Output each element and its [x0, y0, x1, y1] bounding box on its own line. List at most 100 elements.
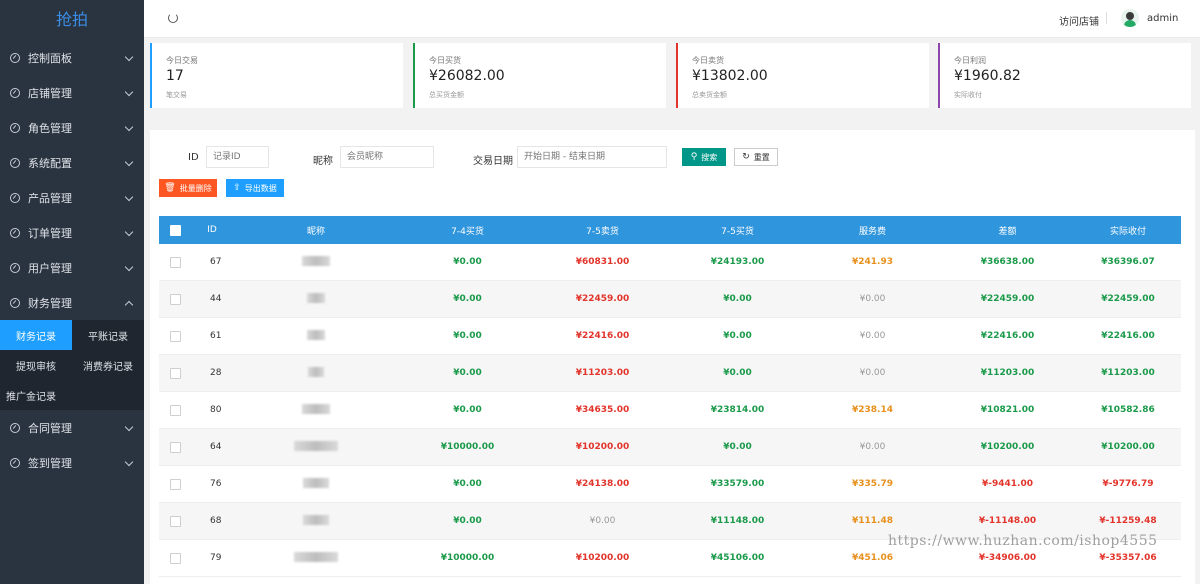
cell-buy-7-5: ¥45106.00: [710, 553, 765, 563]
row-checkbox[interactable]: [170, 441, 181, 453]
chevron-down-icon: [124, 422, 134, 432]
table-row[interactable]: 61 ¥0.00 ¥22416.00 ¥0.00 ¥0.00 ¥22416.00 ¥2241…: [159, 318, 1181, 355]
sidebar-item-label: 订单管理: [28, 226, 72, 240]
dashboard-icon: [10, 422, 20, 433]
cell-buy-7-4: ¥0.00: [453, 294, 482, 304]
cell-buy-7-4: ¥0.00: [453, 479, 482, 489]
refresh-icon[interactable]: [168, 13, 178, 23]
sidebar-item-users[interactable]: 用户管理: [0, 250, 144, 285]
table-row[interactable]: 64 ¥10000.00 ¥10200.00 ¥0.00 ¥0.00 ¥10200.00 ¥…: [159, 429, 1181, 466]
row-checkbox[interactable]: [170, 515, 181, 527]
avatar[interactable]: [1121, 9, 1139, 27]
table-row[interactable]: 28 ¥0.00 ¥11203.00 ¥0.00 ¥0.00 ¥11203.00 ¥1120…: [159, 355, 1181, 392]
stat-cards: 今日交易 17 笔交易 今日买货 ¥26082.00 总买货金额 今日卖货 ¥13802.00…: [150, 43, 1195, 108]
cell-difference: ¥10821.00: [980, 405, 1035, 415]
table-row[interactable]: 76 ¥0.00 ¥24138.00 ¥33579.00 ¥335.79 ¥-9441.0…: [159, 466, 1181, 503]
export-button[interactable]: ⇧ 导出数据: [226, 179, 284, 197]
sidebar-item-products[interactable]: 产品管理: [0, 180, 144, 215]
table-row[interactable]: 44 ¥0.00 ¥22459.00 ¥0.00 ¥0.00 ¥22459.00 ¥2245…: [159, 281, 1181, 318]
stat-card: 今日利润 ¥1960.82 实际收付: [938, 43, 1191, 108]
cell-sell-7-5: ¥34635.00: [575, 405, 630, 415]
table-header: ID 昵称 7-4买货 7-5卖货 7-5买货 服务费 差额 实际收付: [159, 216, 1181, 244]
row-checkbox[interactable]: [170, 293, 181, 305]
cell-id: 44: [210, 294, 222, 304]
date-range-input[interactable]: [517, 146, 667, 168]
nickname-redacted: [294, 551, 338, 562]
nickname-filter-input[interactable]: [340, 146, 434, 168]
sidebar-item-system-config[interactable]: 系统配置: [0, 145, 144, 180]
cell-id: 79: [210, 553, 222, 563]
visit-shop-link[interactable]: 访问店铺: [1059, 13, 1099, 28]
header-nickname: 昵称: [306, 226, 325, 237]
table-row[interactable]: 80 ¥0.00 ¥34635.00 ¥23814.00 ¥238.14 ¥10821.0…: [159, 392, 1181, 429]
sidebar-item-label: 用户管理: [28, 261, 72, 275]
row-checkbox[interactable]: [170, 404, 181, 416]
stat-card: 今日买货 ¥26082.00 总买货金额: [413, 43, 666, 108]
cell-actual-payment: ¥22416.00: [1101, 331, 1155, 341]
cell-id: 80: [210, 405, 222, 415]
dashboard-icon: [10, 262, 20, 273]
sidebar-item-orders[interactable]: 订单管理: [0, 215, 144, 250]
sidebar-item-contracts[interactable]: 合同管理: [0, 410, 144, 445]
header-buy-7-5: 7-5买货: [721, 226, 754, 237]
chevron-down-icon: [124, 457, 134, 467]
cell-actual-payment: ¥10200.00: [1101, 442, 1155, 452]
sidebar-item-check-in[interactable]: 签到管理: [0, 445, 144, 480]
cell-id: 67: [210, 257, 222, 267]
date-filter-label: 交易日期: [473, 156, 513, 167]
stat-card-value: 17: [166, 68, 184, 84]
sidebar-item-finance[interactable]: 财务管理: [0, 285, 144, 320]
finance-submenu: 财务记录 平账记录 提现审核 消费券记录 推广金记录: [0, 320, 144, 410]
submenu-withdraw-review[interactable]: 提现审核: [0, 350, 72, 380]
reset-button[interactable]: ↻ 重置: [734, 148, 778, 166]
trash-icon: 🗑: [164, 183, 176, 193]
cell-actual-payment: ¥36396.07: [1101, 257, 1155, 267]
nickname-redacted: [303, 514, 329, 525]
sidebar-item-label: 控制面板: [28, 51, 72, 65]
sidebar-item-dashboard[interactable]: 控制面板: [0, 40, 144, 75]
top-header: 访问店铺 admin: [144, 0, 1200, 38]
sidebar-item-roles[interactable]: 角色管理: [0, 110, 144, 145]
cell-buy-7-4: ¥0.00: [453, 368, 482, 378]
id-filter-input[interactable]: [206, 146, 269, 168]
sidebar-item-label: 合同管理: [28, 421, 72, 435]
nickname-redacted: [302, 403, 330, 414]
row-checkbox[interactable]: [170, 256, 181, 268]
main-panel: ID 昵称 交易日期 ⚲搜索 ↻重置 🗑批量删除 ⇧导出数据 ID 昵称 7-4…: [150, 130, 1195, 584]
nickname-redacted: [294, 440, 338, 451]
sidebar-item-label: 签到管理: [28, 456, 72, 470]
nickname-redacted: [303, 477, 329, 488]
row-checkbox[interactable]: [170, 478, 181, 490]
submenu-finance-records[interactable]: 财务记录: [0, 320, 72, 350]
table-row[interactable]: 67 ¥0.00 ¥60831.00 ¥24193.00 ¥241.93 ¥36638.0…: [159, 244, 1181, 281]
cell-service-fee: ¥238.14: [852, 405, 893, 415]
stat-card-subtitle: 实际收付: [954, 91, 982, 99]
search-button[interactable]: ⚲ 搜索: [682, 148, 726, 166]
submenu-reconcile-records[interactable]: 平账记录: [72, 320, 144, 350]
chevron-down-icon: [124, 157, 134, 167]
cell-buy-7-4: ¥0.00: [453, 257, 482, 267]
submenu-coupon-records[interactable]: 消费券记录: [72, 350, 144, 380]
chevron-down-icon: [124, 87, 134, 97]
header-sell-7-5: 7-5卖货: [586, 226, 619, 237]
cell-buy-7-5: ¥0.00: [723, 442, 752, 452]
cell-id: 68: [210, 516, 222, 526]
username-label[interactable]: admin: [1147, 13, 1178, 24]
id-filter-label: ID: [188, 152, 199, 163]
stat-card-value: ¥26082.00: [429, 68, 505, 84]
app-logo: 抢拍: [55, 10, 88, 29]
submenu-promotion-records[interactable]: 推广金记录: [0, 380, 144, 410]
cell-service-fee: ¥111.48: [852, 516, 893, 526]
cell-id: 28: [210, 368, 222, 378]
sidebar-item-shops[interactable]: 店铺管理: [0, 75, 144, 110]
sidebar-item-label: 财务管理: [28, 296, 72, 310]
cell-buy-7-5: ¥0.00: [723, 368, 752, 378]
cell-sell-7-5: ¥22459.00: [575, 294, 630, 304]
select-all-checkbox[interactable]: [170, 224, 181, 236]
cell-buy-7-5: ¥0.00: [723, 294, 752, 304]
stat-card-title: 今日交易: [166, 56, 198, 65]
row-checkbox[interactable]: [170, 367, 181, 379]
row-checkbox[interactable]: [170, 552, 181, 564]
batch-delete-button[interactable]: 🗑 批量删除: [159, 179, 217, 197]
row-checkbox[interactable]: [170, 330, 181, 342]
